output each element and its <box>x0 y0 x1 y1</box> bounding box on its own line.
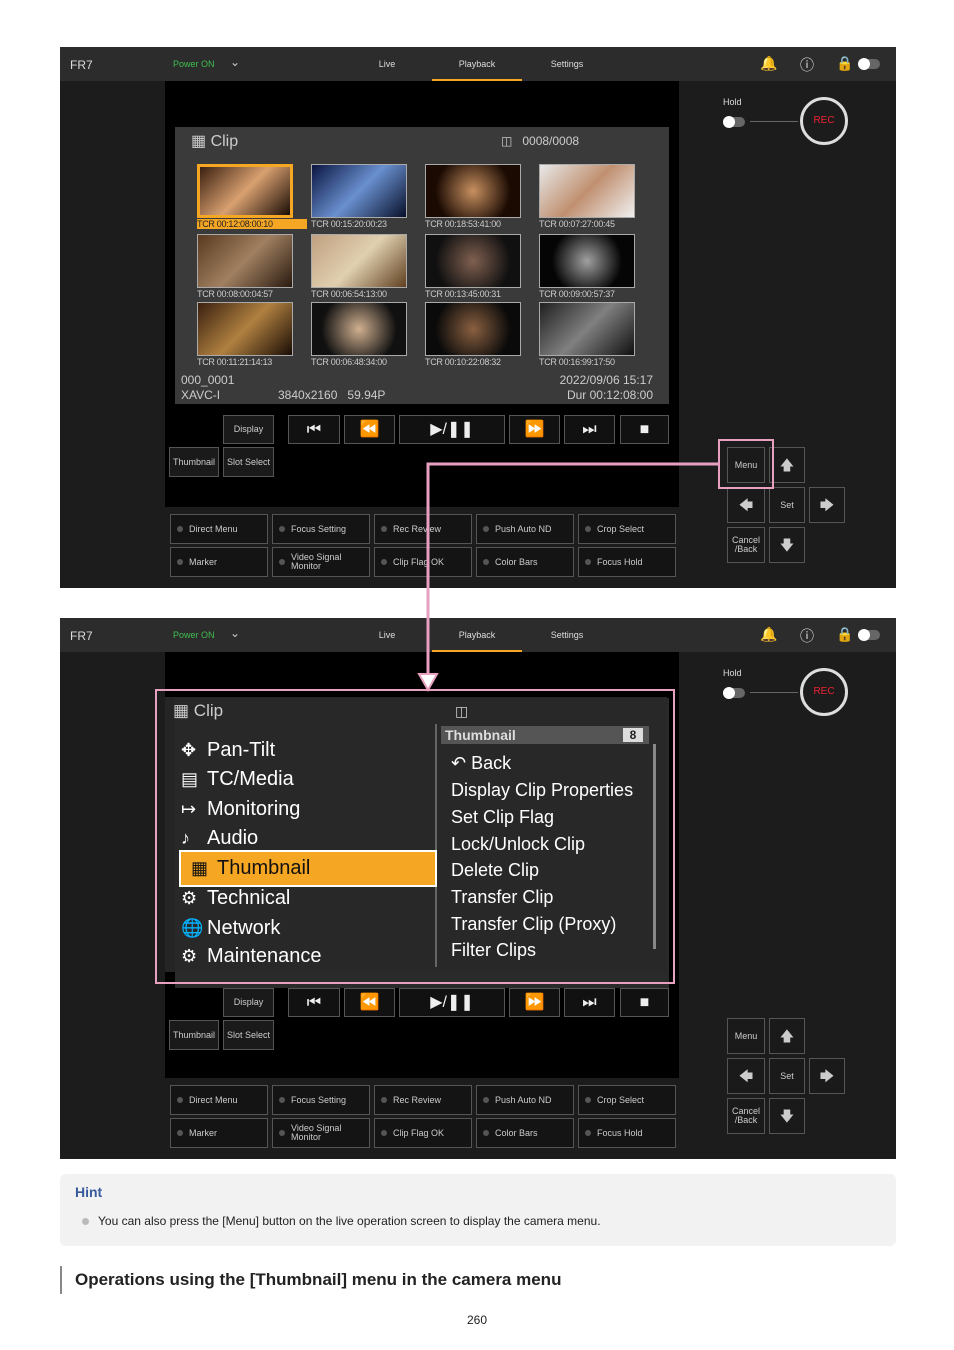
page-number: 260 <box>466 1313 488 1327</box>
section-heading: Operations using the [Thumbnail] menu in… <box>60 1266 561 1294</box>
hint-text: You can also press the [Menu] button on … <box>98 1214 601 1228</box>
connector-arrow <box>417 462 718 693</box>
bullet-icon <box>82 1218 89 1225</box>
hint-title: Hint <box>75 1184 103 1200</box>
hint-box: Hint You can also press the [Menu] butto… <box>60 1174 896 1246</box>
